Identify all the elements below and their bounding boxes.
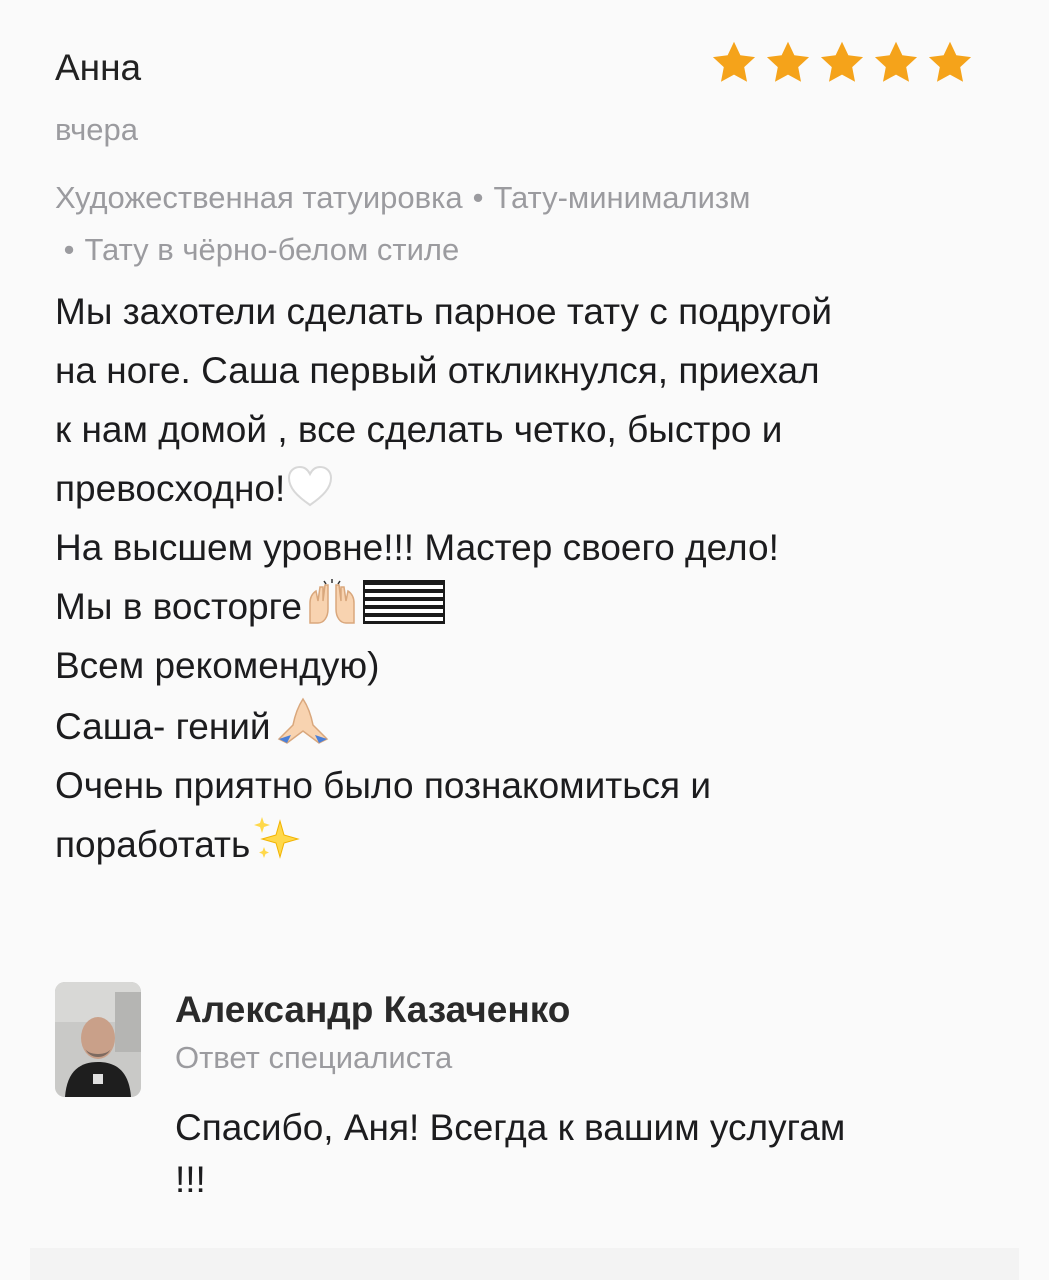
reply-text: Спасибо, Аня! Всегда к вашим услугам !!! [175, 1102, 985, 1206]
star-icon [928, 41, 972, 82]
tag-item[interactable]: Тату в чёрно-белом стиле [84, 232, 459, 267]
bottom-divider [30, 1248, 1019, 1280]
specialist-role: Ответ специалиста [175, 1040, 453, 1075]
reply-text-line: !!! [175, 1159, 206, 1200]
review-line-with-emoji: поработать [55, 815, 995, 874]
review-line: Очень приятно было познакомиться и [55, 765, 711, 806]
tag-separator: • [472, 180, 484, 215]
reply-text-line: Спасибо, Аня! Всегда к вашим услугам [175, 1107, 846, 1148]
rating-stars [709, 38, 975, 88]
review-line-with-emoji: превосходно! [55, 459, 995, 518]
review-line: поработать [55, 824, 251, 865]
white-heart-icon [288, 465, 333, 507]
tag-item[interactable]: Тату-минимализм [493, 180, 750, 215]
specialist-name[interactable]: Александр Казаченко [175, 982, 985, 1038]
tag-separator: • [63, 232, 75, 267]
review-line: превосходно! [55, 468, 286, 509]
star-icon [874, 41, 918, 82]
star-icon [820, 41, 864, 82]
review-line: на ноге. Саша первый откликнулся, приеха… [55, 350, 820, 391]
raised-hands-icon [309, 579, 355, 624]
star-icon [766, 41, 810, 82]
review-line: На высшем уровне!!! Мастер своего дело! [55, 527, 779, 568]
reply-body: Александр Казаченко Ответ специалиста Сп… [175, 982, 985, 1206]
service-tags: Художественная татуировка • Тату-минимализ… [55, 172, 955, 276]
review-line: к нам домой , все сделать четко, быстро … [55, 409, 783, 450]
review-line: Саша- гений [55, 706, 271, 747]
review-line: Мы в восторге [55, 586, 302, 627]
review-date: вчера [55, 112, 138, 147]
flag-icon [362, 580, 445, 624]
review-line: Всем рекомендую) [55, 645, 380, 686]
tag-item[interactable]: Художественная татуировка [55, 180, 463, 215]
review-line-with-emoji: Мы в восторге [55, 577, 995, 636]
avatar[interactable] [55, 982, 141, 1097]
review-line: Мы захотели сделать парное тату с подруг… [55, 291, 833, 332]
avatar-photo [55, 982, 141, 1097]
sparkles-icon [254, 817, 301, 859]
star-icon [712, 41, 756, 82]
review-line-with-emoji: Саша- гений [55, 695, 995, 756]
folded-hands-icon [277, 697, 328, 744]
review-text: Мы захотели сделать парное тату с подруг… [55, 282, 995, 874]
review-card: Анна вчера Художественная татуировка • Тат… [55, 38, 995, 874]
